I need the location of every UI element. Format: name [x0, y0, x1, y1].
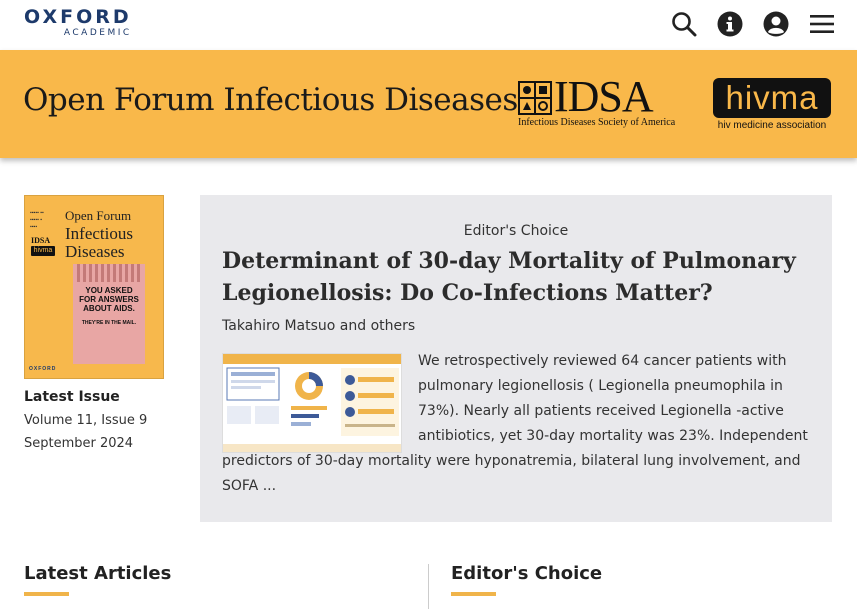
idsa-logo[interactable]: IDSA Infectious Diseases Society of Amer…	[518, 75, 694, 129]
cover-hivma-logo: hivma	[31, 246, 55, 256]
cover-title-line1: Open Forum	[65, 208, 132, 223]
latest-articles-heading: Latest Articles	[24, 563, 172, 584]
cover-title-line3: Diseases	[65, 242, 125, 261]
hivma-wordmark: hivma	[713, 78, 831, 118]
info-icon[interactable]	[717, 11, 743, 37]
cover-poster-stripes	[77, 264, 141, 282]
cover-meta: ▪▪▪▪▪ ▪▪ ▪▪▪▪▪ ▪ ▪▪▪▪	[30, 210, 44, 230]
abstract-image-spacer	[222, 349, 418, 449]
featured-article-authors: Takahiro Matsuo and others	[222, 318, 416, 334]
featured-article-card: Editor's Choice Determinant of 30-day Mo…	[200, 195, 832, 522]
cover-oxford-mark: OXFORD	[29, 366, 57, 372]
featured-article-title[interactable]: Determinant of 30-day Mortality of Pulmo…	[222, 245, 812, 309]
nav-icon-group	[671, 11, 835, 37]
latest-issue-volume: Volume 11, Issue 9	[24, 413, 148, 428]
logo-text-academic: ACADEMIC	[63, 28, 132, 38]
editors-choice-underline	[451, 592, 496, 596]
section-divider	[428, 564, 429, 609]
idsa-emblem-icon	[518, 81, 552, 115]
cover-title-line2: Infectious	[65, 224, 133, 243]
top-navigation: OXFORD ACADEMIC	[0, 0, 857, 50]
hivma-logo[interactable]: hivma hiv medicine association	[713, 78, 831, 134]
idsa-wordmark: IDSA	[554, 72, 654, 121]
featured-section-label: Editor's Choice	[463, 223, 569, 239]
latest-issue-date: September 2024	[24, 436, 134, 451]
hivma-subtitle: hiv medicine association	[717, 120, 827, 131]
cover-poster-headline: YOU ASKED FOR ANSWERS ABOUT AIDS.	[79, 286, 139, 313]
oxford-academic-logo[interactable]: OXFORD ACADEMIC	[24, 8, 132, 39]
search-icon[interactable]	[671, 11, 697, 37]
latest-issue-cover[interactable]: ▪▪▪▪▪ ▪▪ ▪▪▪▪▪ ▪ ▪▪▪▪ Open Forum Infectiou…	[24, 195, 164, 379]
logo-text-oxford: OXFORD	[24, 6, 132, 28]
journal-banner: Open Forum Infectious Diseases IDSA Infe…	[0, 50, 857, 158]
menu-icon[interactable]	[809, 11, 835, 37]
cover-idsa-logo: IDSA	[31, 236, 51, 245]
cover-poster-sub: THEY'RE IN THE MAIL.	[81, 320, 137, 326]
user-account-icon[interactable]	[763, 11, 789, 37]
latest-articles-underline	[24, 592, 69, 596]
latest-issue-label[interactable]: Latest Issue	[24, 389, 120, 405]
idsa-subtitle: Infectious Diseases Society of America	[518, 117, 676, 128]
editors-choice-heading: Editor's Choice	[451, 563, 603, 584]
cover-poster-image: YOU ASKED FOR ANSWERS ABOUT AIDS. THEY'R…	[73, 264, 145, 364]
cover-title: Open Forum Infectious Diseases	[65, 206, 161, 261]
featured-article-abstract: We retrospectively reviewed 64 cancer pa…	[222, 349, 818, 499]
journal-title[interactable]: Open Forum Infectious Diseases	[23, 82, 518, 118]
